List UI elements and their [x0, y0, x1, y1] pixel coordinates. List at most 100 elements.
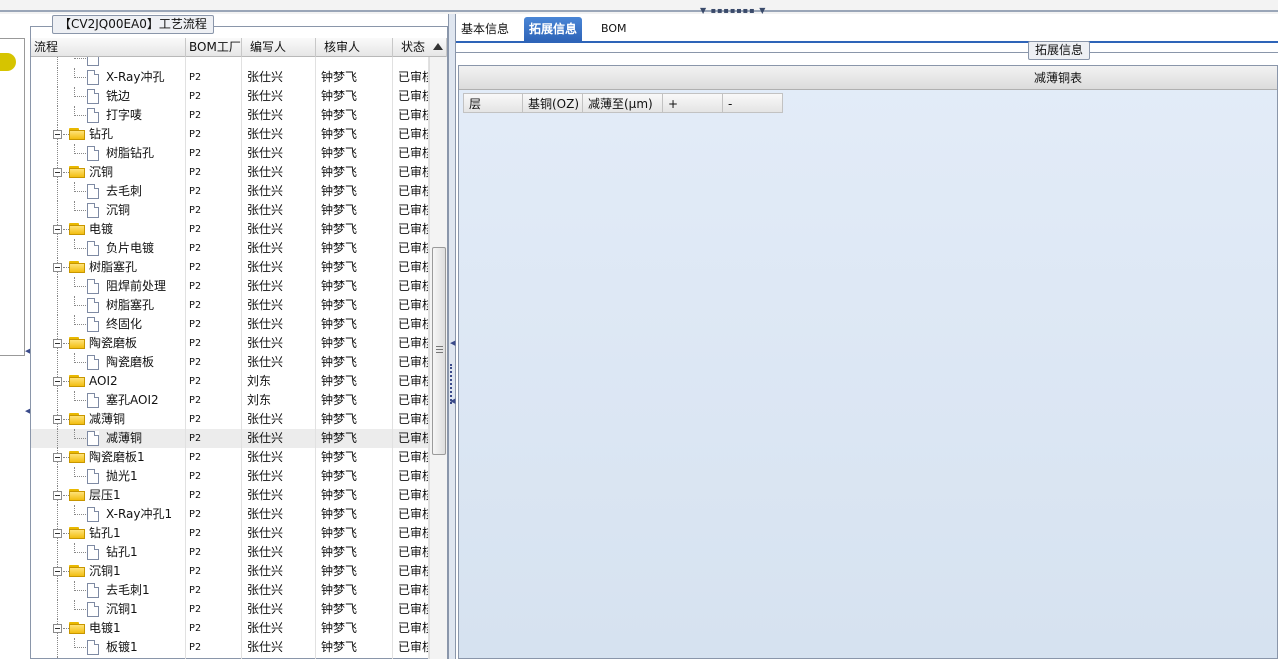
flow-cell[interactable]: 板镀1 [31, 638, 186, 657]
flow-cell[interactable]: 电镀 [31, 220, 186, 239]
flow-cell[interactable]: 沉铜 [31, 163, 186, 182]
column-header-reviewer[interactable]: 核审人 [316, 38, 393, 57]
collapse-toggle-icon[interactable] [53, 168, 62, 177]
flow-cell[interactable]: 陶瓷磨板1 [31, 448, 186, 467]
flow-cell[interactable]: 树脂塞孔 [31, 258, 186, 277]
flow-cell[interactable]: 塞孔AOI2 [31, 391, 186, 410]
collapse-toggle-icon[interactable] [53, 415, 62, 424]
tree-row-step[interactable]: 终固化 P2张仕兴钟梦飞已审核 [31, 315, 429, 334]
tree-row-step[interactable]: 陶瓷磨板 P2张仕兴钟梦飞已审核 [31, 353, 429, 372]
flow-cell[interactable]: 抛光1 [31, 467, 186, 486]
flow-cell[interactable]: 打字唛 [31, 106, 186, 125]
flow-cell[interactable]: 减薄铜 [31, 429, 186, 448]
flow-cell[interactable]: 减薄铜 [31, 410, 186, 429]
column-header-thin-to[interactable]: 减薄至(μm) [583, 93, 663, 113]
flow-cell[interactable]: 钻孔1 [31, 524, 186, 543]
tree-row-folder[interactable]: 减薄铜 P2张仕兴钟梦飞已审核 [31, 410, 429, 429]
tree-row-step[interactable]: 阻焊前处理 P2张仕兴钟梦飞已审核 [31, 277, 429, 296]
tree-row-folder[interactable]: 陶瓷磨板 P2张仕兴钟梦飞已审核 [31, 334, 429, 353]
tree-row-folder[interactable]: AOI2 P2刘东钟梦飞已审核 [31, 372, 429, 391]
tree-row-folder[interactable]: 层压1 P2张仕兴钟梦飞已审核 [31, 486, 429, 505]
tree-row-folder[interactable]: 树脂塞孔 P2张仕兴钟梦飞已审核 [31, 258, 429, 277]
panel-splitter[interactable]: ◀ ◀ [448, 14, 456, 659]
column-header-minus[interactable]: - [723, 93, 783, 113]
collapse-toggle-icon[interactable] [53, 624, 62, 633]
flow-cell[interactable]: 沉铜 [31, 201, 186, 220]
collapse-toggle-icon[interactable] [53, 263, 62, 272]
flow-cell[interactable] [31, 57, 186, 68]
tree-row-folder[interactable]: 沉铜1 P2张仕兴钟梦飞已审核 [31, 562, 429, 581]
tree-row-folder[interactable]: 沉铜 P2张仕兴钟梦飞已审核 [31, 163, 429, 182]
scrollbar-thumb[interactable] [432, 247, 446, 455]
flow-cell[interactable]: 陶瓷磨板 [31, 334, 186, 353]
tree-row-step[interactable]: 板镀1 P2张仕兴钟梦飞已审核 [31, 638, 429, 657]
flow-cell[interactable]: 沉铜1 [31, 600, 186, 619]
splitter-grip-icon[interactable]: ▼ ▪▪▪▪▪▪▪ ▼ [700, 7, 770, 15]
column-header-flow[interactable]: 流程 [31, 38, 186, 57]
tree-row-folder[interactable]: 电镀1 P2张仕兴钟梦飞已审核 [31, 619, 429, 638]
bom-factory-cell: P2 [186, 524, 242, 543]
collapse-toggle-icon[interactable] [53, 529, 62, 538]
column-header-status[interactable]: 状态 [393, 38, 447, 57]
top-splitter[interactable]: ▼ ▪▪▪▪▪▪▪ ▼ [0, 0, 1278, 15]
tree-row-step[interactable]: 树脂塞孔 P2张仕兴钟梦飞已审核 [31, 296, 429, 315]
column-header-bom[interactable]: BOM工厂 [186, 38, 242, 57]
tree-row-folder[interactable]: 电镀 P2张仕兴钟梦飞已审核 [31, 220, 429, 239]
collapse-toggle-icon[interactable] [53, 567, 62, 576]
tree-row-step[interactable]: 打字唛 P2张仕兴钟梦飞已审核 [31, 106, 429, 125]
flow-cell[interactable]: X-Ray冲孔1 [31, 505, 186, 524]
flow-cell[interactable]: 陶瓷磨板 [31, 353, 186, 372]
status-cell: 已审核 [393, 505, 429, 524]
tree-row-step[interactable]: 塞孔AOI2 P2刘东钟梦飞已审核 [31, 391, 429, 410]
column-header-plus[interactable]: + [663, 93, 723, 113]
tab-extended-info[interactable]: 拓展信息 [524, 17, 583, 41]
tree-row-step[interactable]: 钻孔1 P2张仕兴钟梦飞已审核 [31, 543, 429, 562]
tree-row-step[interactable]: 沉铜 P2张仕兴钟梦飞已审核 [31, 201, 429, 220]
tree-row-step[interactable]: X-Ray冲孔 P2张仕兴钟梦飞已审核 [31, 68, 429, 87]
tree-row-folder[interactable]: 钻孔1 P2张仕兴钟梦飞已审核 [31, 524, 429, 543]
collapse-toggle-icon[interactable] [53, 491, 62, 500]
column-header-layer[interactable]: 层 [463, 93, 523, 113]
writer-cell: 张仕兴 [242, 638, 316, 657]
tree-row-step[interactable]: 去毛刺 P2张仕兴钟梦飞已审核 [31, 182, 429, 201]
tree-row-step[interactable]: 负片电镀 P2张仕兴钟梦飞已审核 [31, 239, 429, 258]
tree-row-folder[interactable]: 陶瓷磨板1 P2张仕兴钟梦飞已审核 [31, 448, 429, 467]
flow-cell[interactable]: 去毛刺1 [31, 581, 186, 600]
flow-cell[interactable]: X-Ray冲孔 [31, 68, 186, 87]
collapse-toggle-icon[interactable] [53, 225, 62, 234]
flow-cell[interactable]: 去毛刺 [31, 182, 186, 201]
flow-cell[interactable]: 负片电镀 [31, 239, 186, 258]
tree-row-step[interactable]: 减薄铜 P2张仕兴钟梦飞已审核 [31, 429, 429, 448]
collapse-toggle-icon[interactable] [53, 130, 62, 139]
tree-row-step[interactable]: 抛光1 P2张仕兴钟梦飞已审核 [31, 467, 429, 486]
collapse-toggle-icon[interactable] [53, 377, 62, 386]
flow-cell[interactable]: 电镀1 [31, 619, 186, 638]
flow-cell[interactable]: 沉铜1 [31, 562, 186, 581]
collapse-toggle-icon[interactable] [53, 339, 62, 348]
vertical-scrollbar[interactable] [429, 57, 447, 659]
tree-row-folder[interactable]: 钻孔 P2张仕兴钟梦飞已审核 [31, 125, 429, 144]
flow-cell[interactable]: 终固化 [31, 315, 186, 334]
tab-basic-info[interactable]: 基本信息 [456, 17, 514, 41]
tab-bom[interactable]: BOM [596, 17, 632, 41]
tree-row-step[interactable] [31, 57, 429, 68]
collapse-arrow-icon[interactable]: ◀ [450, 398, 455, 405]
tree-row-step[interactable]: X-Ray冲孔1 P2张仕兴钟梦飞已审核 [31, 505, 429, 524]
flow-cell[interactable]: 层压1 [31, 486, 186, 505]
flow-cell[interactable]: AOI2 [31, 372, 186, 391]
tree-row-step[interactable]: 铣边 P2张仕兴钟梦飞已审核 [31, 87, 429, 106]
flow-cell[interactable]: 树脂塞孔 [31, 296, 186, 315]
tree-row-step[interactable]: 树脂钻孔 P2张仕兴钟梦飞已审核 [31, 144, 429, 163]
flow-cell[interactable]: 树脂钻孔 [31, 144, 186, 163]
collapse-arrow-icon[interactable]: ◀ [450, 340, 455, 347]
column-header-base-copper[interactable]: 基铜(OZ) [523, 93, 583, 113]
tree-row-step[interactable]: 沉铜1 P2张仕兴钟梦飞已审核 [31, 600, 429, 619]
flow-cell[interactable]: 铣边 [31, 87, 186, 106]
column-header-writer[interactable]: 编写人 [242, 38, 316, 57]
flow-cell[interactable]: 钻孔1 [31, 543, 186, 562]
collapse-toggle-icon[interactable] [53, 453, 62, 462]
tree-row-step[interactable]: 去毛刺1 P2张仕兴钟梦飞已审核 [31, 581, 429, 600]
sort-ascending-icon[interactable] [433, 43, 443, 50]
flow-cell[interactable]: 阻焊前处理 [31, 277, 186, 296]
flow-cell[interactable]: 钻孔 [31, 125, 186, 144]
